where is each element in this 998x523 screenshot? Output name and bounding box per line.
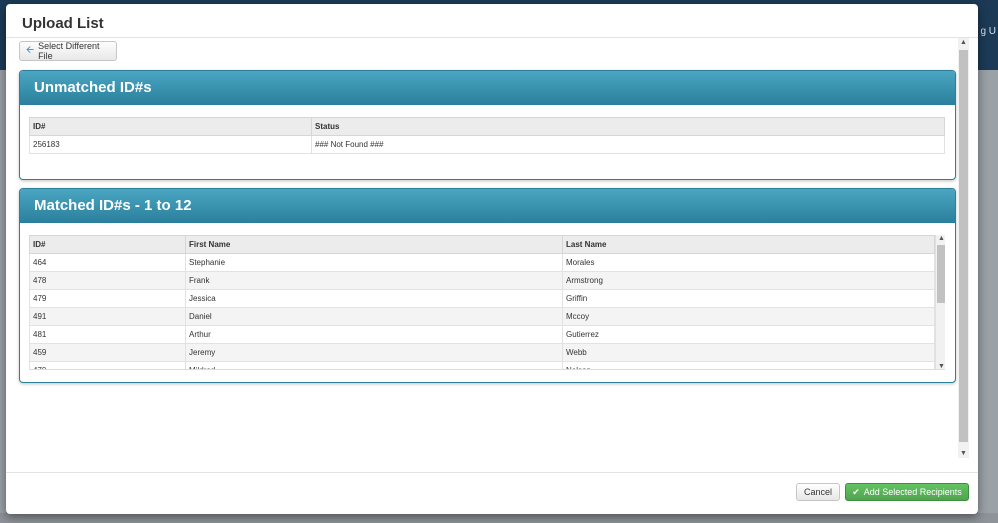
background-right-strip: [978, 70, 998, 523]
table-row[interactable]: 256183 ### Not Found ###: [29, 135, 945, 154]
matched-panel-heading: Matched ID#s - 1 to 12: [20, 189, 955, 223]
cell-last-name: Mccoy: [562, 307, 935, 326]
table-row[interactable]: 479 Jessica Griffin: [29, 289, 935, 308]
arrow-left-icon: 🡨: [26, 44, 35, 56]
cell-status: ### Not Found ###: [311, 135, 945, 154]
matched-table-header-row: ID# First Name Last Name: [29, 235, 935, 254]
modal-body: 🡨 Select Different File Unmatched ID#s I…: [6, 38, 978, 472]
select-different-file-button[interactable]: 🡨 Select Different File: [19, 41, 117, 61]
checkmark-icon: ✔: [852, 486, 860, 497]
matched-panel-title: Matched ID#s - 1 to 12: [34, 197, 192, 214]
cell-id: 481: [29, 325, 186, 344]
table-row[interactable]: 478 Frank Armstrong: [29, 271, 935, 290]
background-bottom-strip: [0, 513, 998, 523]
cell-last-name: Armstrong: [562, 271, 935, 290]
unmatched-panel-title: Unmatched ID#s: [34, 79, 152, 96]
column-header-id[interactable]: ID#: [29, 235, 186, 254]
add-selected-recipients-button[interactable]: ✔ Add Selected Recipients: [845, 483, 969, 501]
cell-id: 464: [29, 253, 186, 272]
column-header-last-name[interactable]: Last Name: [562, 235, 935, 254]
modal-body-scrollbar[interactable]: ▲ ▼: [958, 38, 969, 458]
matched-table: ID# First Name Last Name 464 Stephanie M…: [29, 235, 935, 369]
unmatched-table-wrapper: ID# Status 256183 ### Not Found ###: [29, 117, 945, 154]
cell-first-name: Jessica: [185, 289, 563, 308]
column-header-status[interactable]: Status: [311, 117, 945, 136]
unmatched-table: ID# Status 256183 ### Not Found ###: [29, 117, 945, 154]
scroll-down-icon[interactable]: ▼: [958, 450, 969, 457]
cell-last-name: Gutierrez: [562, 325, 935, 344]
table-row[interactable]: 459 Jeremy Webb: [29, 343, 935, 362]
unmatched-panel: Unmatched ID#s ID# Status 256183 ### Not…: [19, 70, 956, 180]
matched-table-scroll-area[interactable]: ID# First Name Last Name 464 Stephanie M…: [29, 235, 945, 370]
cell-first-name: Mildred: [185, 361, 563, 369]
scroll-down-icon[interactable]: ▼: [936, 363, 945, 369]
add-selected-recipients-label: Add Selected Recipients: [863, 487, 962, 497]
cell-last-name: Morales: [562, 253, 935, 272]
cell-last-name: Griffin: [562, 289, 935, 308]
cell-id: 479: [29, 289, 186, 308]
column-header-first-name[interactable]: First Name: [185, 235, 563, 254]
scroll-up-icon[interactable]: ▲: [936, 235, 945, 242]
modal-title: Upload List: [22, 15, 104, 32]
cell-id: 491: [29, 307, 186, 326]
cell-first-name: Daniel: [185, 307, 563, 326]
matched-panel: Matched ID#s - 1 to 12 ID# First Name La…: [19, 188, 956, 383]
upload-list-modal: Upload List 🡨 Select Different File Unma…: [6, 4, 978, 514]
cell-id: 256183: [29, 135, 312, 154]
cell-last-name: Webb: [562, 343, 935, 362]
cell-last-name: Nelson: [562, 361, 935, 369]
unmatched-table-header-row: ID# Status: [29, 117, 945, 136]
cell-first-name: Jeremy: [185, 343, 563, 362]
cell-first-name: Stephanie: [185, 253, 563, 272]
modal-header: Upload List: [6, 4, 978, 38]
cancel-button[interactable]: Cancel: [796, 483, 840, 501]
cell-id: 478: [29, 271, 186, 290]
scroll-up-icon[interactable]: ▲: [958, 39, 969, 46]
modal-body-scrollbar-thumb[interactable]: [959, 50, 968, 442]
cell-first-name: Frank: [185, 271, 563, 290]
modal-footer: Cancel ✔ Add Selected Recipients: [6, 472, 978, 514]
matched-table-scrollbar-thumb[interactable]: [937, 245, 945, 303]
select-different-file-label: Select Different File: [38, 41, 100, 61]
column-header-id[interactable]: ID#: [29, 117, 312, 136]
unmatched-panel-heading: Unmatched ID#s: [20, 71, 955, 105]
cell-id: 470: [29, 361, 186, 369]
table-row[interactable]: 481 Arthur Gutierrez: [29, 325, 935, 344]
table-row[interactable]: 491 Daniel Mccoy: [29, 307, 935, 326]
matched-table-scrollbar[interactable]: ▲ ▼: [935, 235, 945, 369]
cell-id: 459: [29, 343, 186, 362]
table-row[interactable]: 464 Stephanie Morales: [29, 253, 935, 272]
cell-first-name: Arthur: [185, 325, 563, 344]
background-header-fragment: g U: [980, 26, 996, 37]
table-row[interactable]: 470 Mildred Nelson: [29, 361, 935, 369]
